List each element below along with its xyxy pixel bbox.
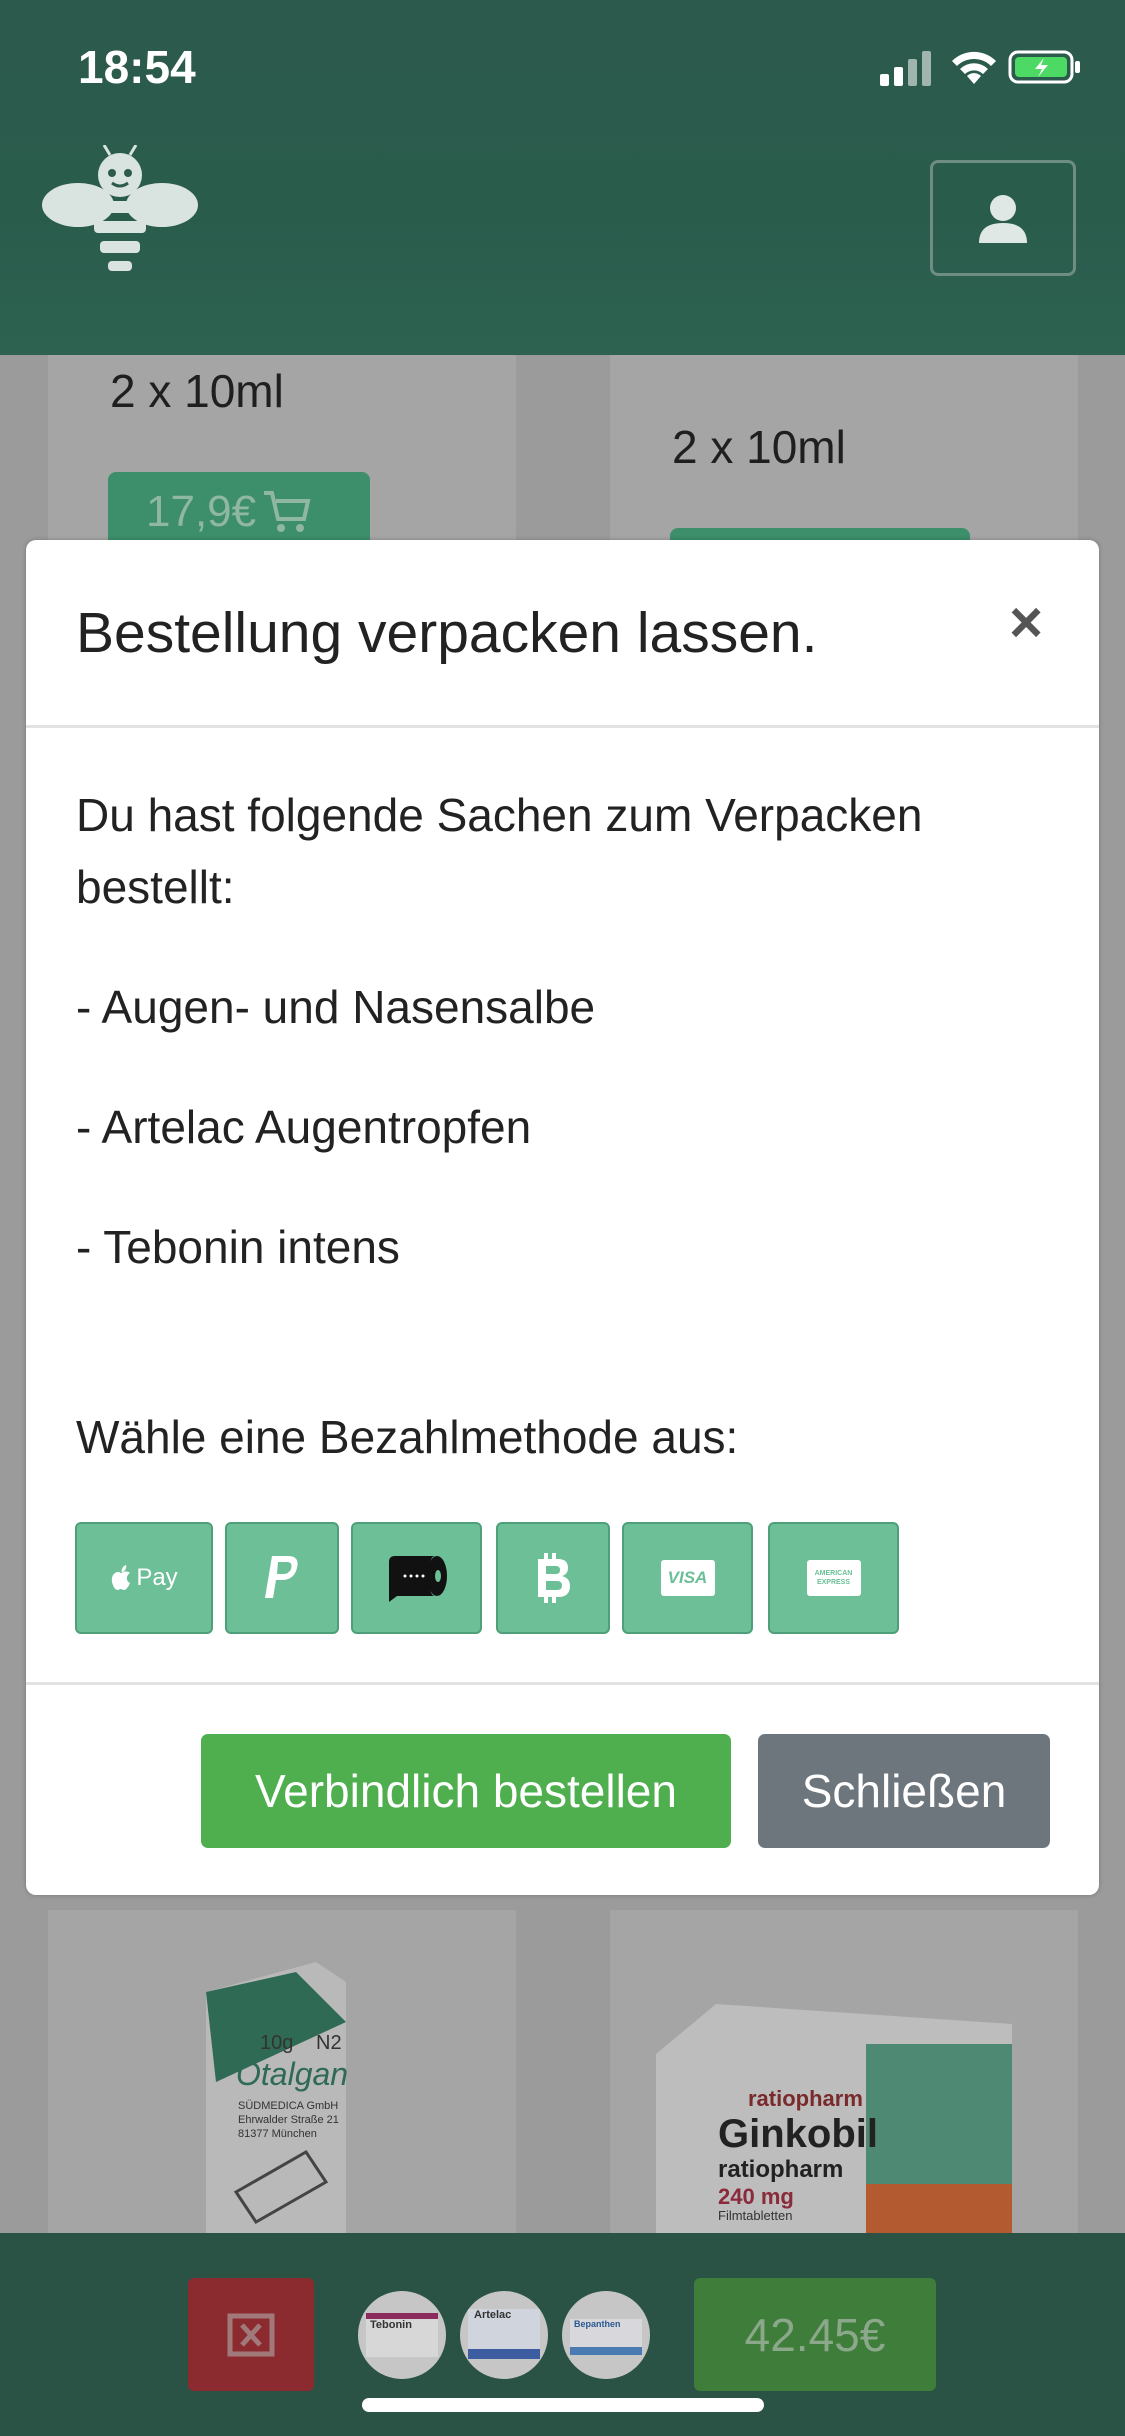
visa-label: VISA bbox=[667, 1568, 708, 1587]
tebonin-label: Tebonin bbox=[366, 2313, 438, 2357]
bee-logo-icon bbox=[42, 145, 198, 271]
modal-footer-divider bbox=[26, 1682, 1099, 1685]
delete-icon bbox=[227, 2313, 275, 2356]
ginkobil-dose: 240 mg bbox=[718, 2184, 794, 2209]
cart-icon bbox=[264, 491, 311, 532]
otalgan-qty: 10g bbox=[260, 2032, 294, 2054]
ordered-item: - Artelac Augentropfen bbox=[76, 1101, 532, 1153]
pay-applepay-button[interactable]: Pay bbox=[75, 1522, 213, 1634]
pay-toiletpaper-button[interactable] bbox=[351, 1522, 482, 1634]
ordered-item: - Augen- und Nasensalbe bbox=[76, 981, 596, 1033]
otalgan-address: Ehrwalder Straße 21 bbox=[238, 2114, 339, 2126]
otalgan-code: N2 bbox=[316, 2032, 342, 2054]
toilet-paper-icon bbox=[388, 1556, 447, 1602]
apple-icon bbox=[112, 1565, 131, 1590]
otalgan-brand: Otalgan bbox=[236, 2056, 349, 2092]
product-size: 2 x 10ml bbox=[110, 365, 284, 417]
modal-header-divider bbox=[26, 725, 1099, 728]
user-icon bbox=[979, 195, 1027, 243]
pay-amex-button[interactable]: AMERICAN EXPRESS bbox=[768, 1522, 899, 1634]
cart-item-thumbnail[interactable]: Artelac bbox=[460, 2291, 548, 2379]
home-indicator bbox=[362, 2398, 764, 2412]
pay-bitcoin-button[interactable] bbox=[496, 1522, 610, 1634]
ordered-item: - Tebonin intens bbox=[76, 1221, 400, 1273]
amex-icon: AMERICAN EXPRESS bbox=[806, 1560, 861, 1596]
close-button[interactable]: Schließen bbox=[758, 1734, 1050, 1848]
profile-button[interactable] bbox=[930, 160, 1076, 276]
clear-cart-button[interactable] bbox=[188, 2278, 314, 2391]
signal-icon bbox=[880, 51, 931, 86]
cart-total-button[interactable]: 42.45€ bbox=[694, 2278, 936, 2391]
pay-visa-button[interactable]: VISA bbox=[622, 1522, 753, 1634]
amex-label: AMERICAN EXPRESS bbox=[814, 1570, 853, 1586]
status-time: 18:54 bbox=[78, 41, 196, 93]
wifi-icon bbox=[952, 51, 996, 84]
cart-item-thumbnail[interactable]: Bepanthen bbox=[562, 2291, 650, 2379]
bitcoin-icon bbox=[538, 1553, 570, 1603]
bepanthen-label: Bepanthen bbox=[570, 2319, 642, 2355]
ginkobil-maker: ratiopharm bbox=[748, 2086, 863, 2111]
product-size: 2 x 10ml bbox=[672, 421, 846, 473]
battery-icon bbox=[1008, 50, 1080, 84]
modal-intro-line1: Du hast folgende Sachen zum Verpacken bbox=[76, 789, 923, 841]
cart-item-thumbnail[interactable]: Tebonin bbox=[358, 2291, 446, 2379]
pay-paypal-button[interactable] bbox=[225, 1522, 339, 1634]
applepay-label: Pay bbox=[136, 1564, 178, 1591]
otalgan-product-image bbox=[206, 1962, 346, 2234]
otalgan-maker: SÜDMEDICA GmbH bbox=[238, 2100, 339, 2112]
order-modal: Bestellung verpacken lassen. × Du hast f… bbox=[26, 540, 1099, 1895]
close-icon[interactable]: × bbox=[1001, 594, 1051, 652]
ginkobil-subbrand: ratiopharm bbox=[718, 2156, 844, 2183]
modal-title: Bestellung verpacken lassen. bbox=[76, 601, 818, 665]
otalgan-city: 81377 München bbox=[238, 2128, 317, 2140]
visa-icon: VISA bbox=[660, 1560, 715, 1596]
order-button[interactable]: Verbindlich bestellen bbox=[201, 1734, 731, 1848]
artelac-label: Artelac bbox=[468, 2309, 540, 2359]
modal-intro-line2: bestellt: bbox=[76, 861, 235, 913]
payment-prompt: Wähle eine Bezahlmethode aus: bbox=[76, 1411, 739, 1463]
ginkobil-brand: Ginkobil bbox=[718, 2112, 878, 2156]
paypal-icon bbox=[265, 1556, 298, 1598]
ginkobil-form: Filmtabletten bbox=[718, 2208, 793, 2223]
price-label: 17,9€ bbox=[146, 487, 257, 536]
